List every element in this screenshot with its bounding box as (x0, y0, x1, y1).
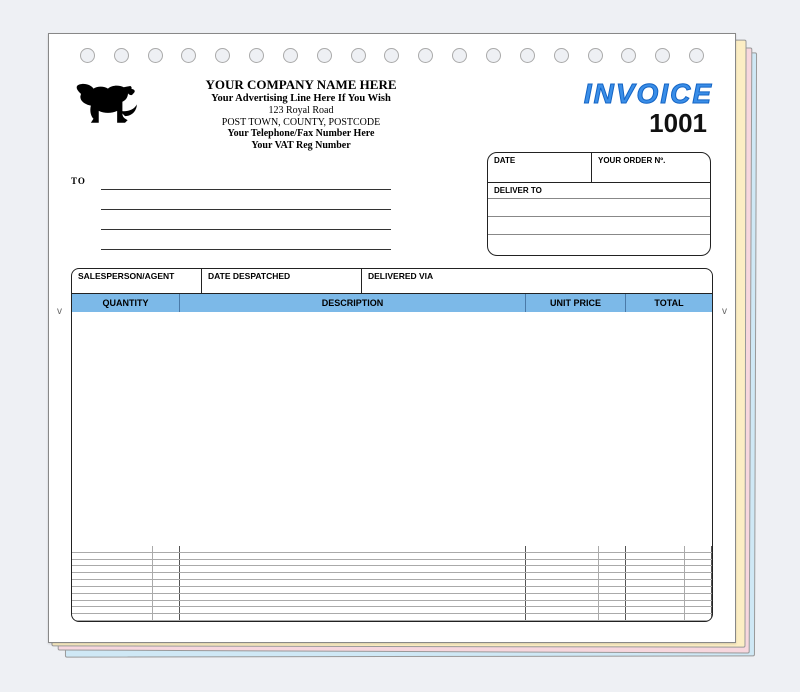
shipping-row: SALESPERSON/AGENT DATE DESPATCHED DELIVE… (71, 268, 713, 294)
table-row (72, 553, 712, 560)
tick-mark-right: v (722, 306, 727, 317)
company-town: POST TOWN, COUNTY, POSTCODE (151, 117, 451, 129)
col-unit-price: UNIT PRICE (526, 294, 626, 312)
table-row (72, 587, 712, 594)
order-box: DATE YOUR ORDER Nº. DELIVER TO (487, 152, 711, 256)
deliver-line[interactable] (488, 234, 710, 252)
tick-mark-left: v (57, 306, 62, 317)
deliver-line[interactable] (488, 216, 710, 234)
col-quantity: QUANTITY (72, 294, 180, 312)
invoice-form: YOUR COMPANY NAME HERE Your Advertising … (48, 33, 736, 643)
company-name: YOUR COMPANY NAME HERE (151, 78, 451, 93)
deliver-line[interactable] (488, 198, 710, 216)
order-no-label: YOUR ORDER Nº. (598, 156, 665, 165)
table-row (72, 560, 712, 567)
line-items-grid[interactable] (71, 312, 713, 622)
col-description: DESCRIPTION (180, 294, 526, 312)
table-row (72, 573, 712, 580)
salesperson-label: SALESPERSON/AGENT (78, 271, 174, 281)
company-header: YOUR COMPANY NAME HERE Your Advertising … (151, 78, 451, 151)
company-address: 123 Royal Road (151, 105, 451, 117)
deliver-to-label: DELIVER TO (488, 183, 710, 198)
invoice-title: INVOICE (584, 78, 713, 110)
table-row (72, 607, 712, 614)
table-row (72, 614, 712, 621)
to-address-lines[interactable] (101, 170, 391, 250)
col-total: TOTAL (626, 294, 712, 312)
company-phone: Your Telephone/Fax Number Here (151, 128, 451, 140)
table-row (72, 546, 712, 553)
despatched-label: DATE DESPATCHED (208, 271, 290, 281)
to-label: TO (71, 176, 86, 186)
date-field[interactable]: DATE (488, 153, 592, 182)
delivered-via-field[interactable]: DELIVERED VIA (362, 269, 712, 293)
perforation-holes (49, 48, 735, 63)
order-no-field[interactable]: YOUR ORDER Nº. (592, 153, 710, 182)
delivered-via-label: DELIVERED VIA (368, 271, 433, 281)
invoice-number: 1001 (649, 108, 707, 139)
column-header: QUANTITY DESCRIPTION UNIT PRICE TOTAL (71, 294, 713, 312)
table-row (72, 594, 712, 601)
company-ad-line: Your Advertising Line Here If You Wish (151, 93, 451, 105)
lion-logo-icon (71, 82, 143, 133)
date-despatched-field[interactable]: DATE DESPATCHED (202, 269, 362, 293)
table-row (72, 580, 712, 587)
table-row (72, 601, 712, 608)
company-vat: Your VAT Reg Number (151, 140, 451, 152)
salesperson-field[interactable]: SALESPERSON/AGENT (72, 269, 202, 293)
date-label: DATE (494, 156, 515, 165)
table-row (72, 566, 712, 573)
form-stack: YOUR COMPANY NAME HERE Your Advertising … (48, 33, 752, 653)
